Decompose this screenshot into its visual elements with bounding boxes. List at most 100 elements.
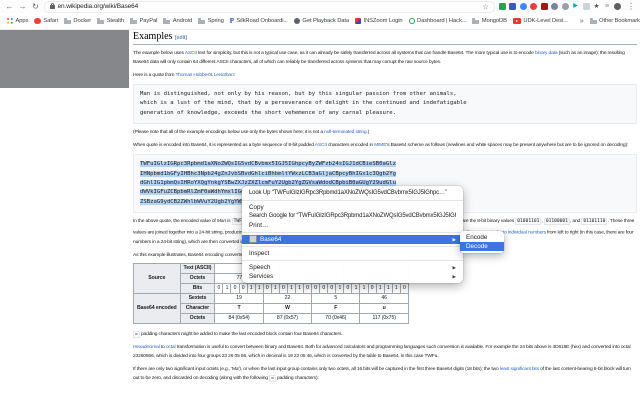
edit-link[interactable]: edit	[176, 35, 185, 41]
base64-extension-icon	[249, 235, 257, 243]
bookmark-item[interactable]: Get Playback Data	[293, 18, 349, 24]
text-segment: Man	[216, 219, 226, 225]
bookmark-item[interactable]: UDK-Level Desi...	[512, 18, 568, 24]
wiki-link[interactable]: null-terminated string	[324, 130, 367, 135]
bookmark-label: Docker	[73, 18, 92, 24]
edit-bracket: ]	[185, 35, 187, 41]
bookmark-item[interactable]: INSZoom Login	[355, 18, 403, 24]
profile-avatar[interactable]	[614, 3, 621, 10]
bookmark-item[interactable]: SilkRoad Onboardi...	[230, 18, 288, 25]
gray-circle-extension-icon[interactable]	[561, 3, 569, 10]
bookmarks-overflow-chevron-icon[interactable]: »	[580, 18, 584, 25]
context-submenu: Encode Decode	[460, 231, 504, 253]
table-header-cell: Bits	[179, 282, 216, 294]
menu-item-label: Copy	[249, 203, 264, 211]
bookmark-item[interactable]: PayPal	[130, 18, 157, 24]
table-cell: W	[262, 302, 313, 314]
text-segment: padding characters might be added to mak…	[139, 331, 343, 337]
menu-item-speech[interactable]: Speech ▶	[242, 263, 463, 272]
wiki-link[interactable]: MIME	[374, 143, 386, 148]
table-cell: 0	[343, 282, 353, 294]
other-bookmarks-button[interactable]: Other Bookmarks	[589, 18, 640, 24]
bookmark-item[interactable]: Spring	[198, 18, 224, 24]
menu-item-copy[interactable]: Copy	[242, 203, 463, 212]
light-square-extension-icon[interactable]	[582, 3, 590, 10]
table-cell: 1	[294, 282, 305, 294]
folder-icon	[198, 18, 206, 24]
url-text[interactable]: en.wikipedia.org/wiki/Base64	[58, 3, 139, 10]
red-circle-extension-icon[interactable]	[530, 3, 537, 10]
table-cell: 0	[367, 282, 377, 294]
menu-item-print[interactable]: Print…	[242, 221, 463, 230]
bookmark-item[interactable]: Apps	[6, 18, 28, 25]
table-header-cell: Character	[179, 302, 216, 314]
blue-square-extension-icon[interactable]	[509, 3, 516, 10]
bookmarks-bar: Apps Safari Docker Stealth PayPal Android Spri…	[0, 13, 640, 30]
selected-base64-line[interactable]: IHNpbmd1bGFyIHBhc3Npb24gZnJvbSBvdGhlciBh…	[140, 170, 396, 177]
table-cell: 0	[278, 282, 288, 294]
menu-item-search-google[interactable]: Search Google for “TWFuIGlzIGRpc3Rpbmd1a…	[242, 212, 463, 221]
table-header-cell: Source	[133, 262, 181, 294]
address-bar[interactable]: en.wikipedia.org/wiki/Base64 ☆	[44, 0, 495, 13]
menu-separator	[242, 199, 463, 201]
bookmark-item[interactable]: MongoDB	[472, 18, 507, 24]
bookmark-item[interactable]: Android	[163, 18, 192, 24]
bookmark-item[interactable]: Dashboard | Hack...	[408, 18, 466, 24]
table-cell: 5	[311, 292, 361, 304]
bookmark-label: MongoDB	[481, 18, 507, 24]
bookmark-item[interactable]: Stealth	[97, 18, 124, 24]
wiki-link[interactable]: ASCII	[315, 143, 327, 148]
text-segment: In the above quote, the encoded value of	[133, 219, 217, 225]
text-segment: As this example illustrates, Base64 enco…	[133, 252, 255, 258]
menu-item-services[interactable]: Services ▶	[242, 272, 463, 281]
wiki-link[interactable]: least significant bits	[500, 367, 539, 372]
submenu-item-encode[interactable]: Encode	[460, 233, 504, 242]
bookmark-item[interactable]: Docker	[63, 18, 92, 24]
folder-icon	[63, 18, 71, 24]
paragraph-two-octets: If there are only two significant input …	[133, 365, 637, 383]
wiki-link[interactable]: Thomas Hobbes	[175, 73, 209, 78]
cast-extension-icon[interactable]	[498, 3, 506, 10]
table-cell: 0	[262, 282, 272, 294]
acrobat-extension-icon[interactable]	[540, 3, 548, 10]
wiki-link[interactable]: octal	[166, 345, 176, 350]
paragraph-hex-octal: Hexadecimal to octal transformation is u…	[133, 343, 637, 361]
paragraph-quote-intro: Here is a quote from Thomas Hobbes's Lev…	[133, 71, 637, 80]
wiki-link[interactable]: Hexadecimal	[133, 345, 160, 350]
wiki-link[interactable]: binary data	[535, 51, 558, 56]
bookmark-label: Safari	[43, 18, 58, 24]
menu-item-inspect[interactable]: Inspect	[242, 249, 463, 258]
youtube-icon	[512, 18, 521, 24]
submenu-arrow-icon: ▶	[452, 236, 456, 242]
selected-base64-line[interactable]: TWFuIGlzIGRpc3Rpbmd1aXNoZWQsIG5vdCBvbmx5…	[140, 161, 396, 168]
submenu-item-decode[interactable]: Decode	[460, 242, 504, 251]
menu-item-look-up[interactable]: Look Up “TWFuIGlzIGRpc3Rpbmd1aXNoZWQsIG5…	[242, 189, 463, 198]
teal-arrow-extension-icon[interactable]: ▶	[572, 3, 579, 10]
table-cell: 1	[359, 282, 369, 294]
forward-icon[interactable]: →	[18, 0, 27, 13]
reload-icon[interactable]: ↻	[31, 0, 40, 13]
menu-item-base64[interactable]: Base64 ▶	[242, 234, 463, 244]
bookmark-label: PayPal	[139, 18, 158, 24]
text-segment: Here is a quote from	[133, 73, 176, 78]
table-cell: 0	[214, 282, 224, 294]
table-cell: T	[214, 302, 264, 314]
section-heading-text: Examples	[133, 31, 173, 42]
blue-p-icon	[230, 18, 234, 25]
colorful-icon	[355, 18, 362, 24]
left-gray-panel	[0, 30, 129, 88]
blue-circle-extension-icon[interactable]	[519, 3, 527, 10]
back-icon[interactable]: ←	[5, 0, 14, 13]
list-extension-icon[interactable]: ≡	[604, 3, 611, 10]
table-header-cell: Base64 encoded	[133, 292, 181, 324]
menu-item-label: Services	[249, 272, 274, 280]
browser-menu-kebab-icon[interactable]: ⋮	[627, 2, 635, 11]
wiki-link[interactable]: Leviathan	[214, 73, 234, 78]
wiki-link[interactable]: ASCII	[185, 51, 197, 56]
bookmark-item[interactable]: Safari	[34, 17, 58, 25]
paragraph-when-encoded: When quote is encoded into Base64, it is…	[133, 141, 637, 150]
text-segment: text for simplicity, but this is not a t…	[196, 51, 535, 56]
dark-star-extension-icon[interactable]: ★	[593, 3, 600, 10]
slate-circle-extension-icon[interactable]	[551, 3, 558, 10]
bookmark-star-icon[interactable]: ☆	[482, 3, 488, 11]
